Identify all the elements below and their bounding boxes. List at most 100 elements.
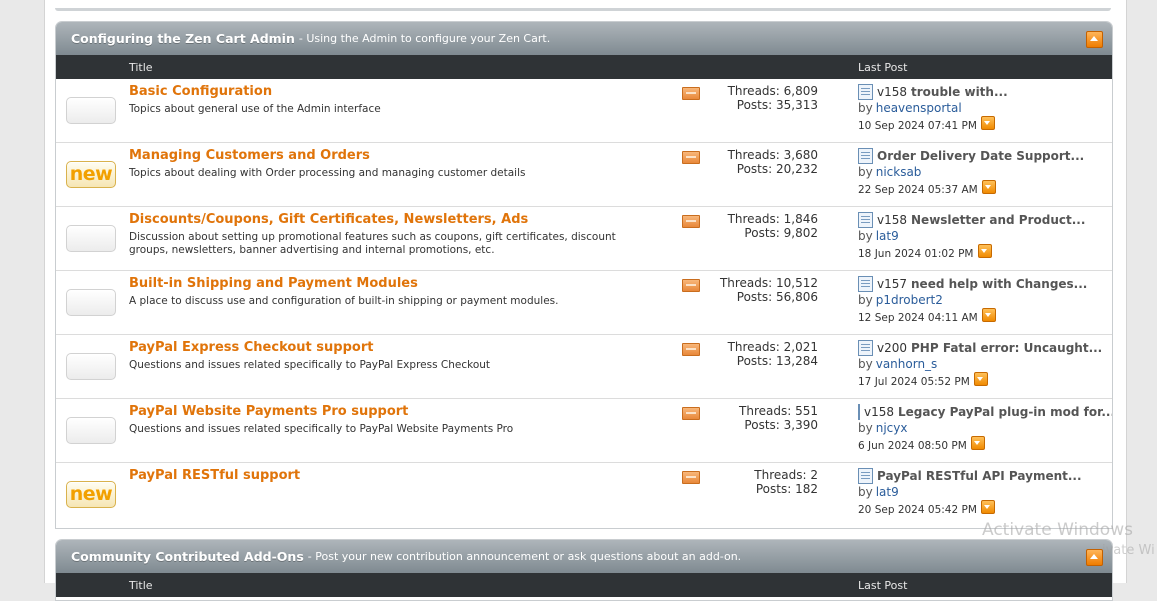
rss-feed-icon[interactable] [682, 343, 700, 356]
thread-count: Threads: 6,809 [727, 84, 818, 98]
forum-row: new PayPal RESTful support Threads: 2 Posts… [56, 463, 1112, 526]
forum-title-link[interactable]: Built-in Shipping and Payment Modules [129, 276, 418, 291]
by-label: by [858, 165, 873, 179]
forum-row: Basic Configuration Topics about general … [56, 79, 1112, 143]
rss-feed-icon[interactable] [682, 215, 700, 228]
forum-title-link[interactable]: PayPal Website Payments Pro support [129, 404, 408, 419]
section-description: - Using the Admin to configure your Zen … [298, 32, 551, 45]
last-post-user-link[interactable]: lat9 [876, 485, 899, 499]
collapse-icon[interactable] [1086, 549, 1103, 566]
last-post-date: 20 Sep 2024 05:42 PM [858, 504, 977, 516]
by-label: by [858, 357, 873, 371]
by-label: by [858, 421, 873, 435]
thread-document-icon [858, 148, 873, 164]
forum-stats: Threads: 2,021 Posts: 13,284 [728, 340, 818, 368]
section-title[interactable]: Configuring the Zen Cart Admin [71, 31, 295, 46]
last-post: PayPal RESTful API Payment... by lat9 20 Se… [858, 468, 1108, 517]
last-post-user-link[interactable]: heavensportal [876, 101, 962, 115]
collapse-icon[interactable] [1086, 31, 1103, 48]
last-post-user-link[interactable]: vanhorn_s [876, 357, 938, 371]
column-title-label: Title [129, 61, 153, 74]
go-to-last-post-icon[interactable] [980, 500, 995, 514]
rss-feed-icon[interactable] [682, 471, 700, 484]
by-label: by [858, 293, 873, 307]
forum-row: Discounts/Coupons, Gift Certificates, Ne… [56, 207, 1112, 271]
last-post-date: 12 Sep 2024 04:11 AM [858, 312, 978, 324]
forum-old-icon [66, 353, 116, 380]
by-label: by [858, 229, 873, 243]
last-post-user-link[interactable]: p1drobert2 [876, 293, 943, 307]
forum-description: Discussion about setting up promotional … [129, 231, 616, 256]
section-header: Configuring the Zen Cart Admin - Using t… [56, 22, 1112, 55]
previous-section-footer [55, 8, 1111, 11]
forum-stats: Threads: 3,680 Posts: 20,232 [728, 148, 818, 176]
by-label: by [858, 485, 873, 499]
last-post-date: 17 Jul 2024 05:52 PM [858, 376, 970, 388]
forum-title-link[interactable]: PayPal Express Checkout support [129, 340, 373, 355]
thread-count: Threads: 2 [754, 468, 818, 482]
last-post-thread-link[interactable]: PayPal RESTful API Payment... [877, 469, 1082, 483]
last-post-user-link[interactable]: lat9 [876, 229, 899, 243]
forum-stats: Threads: 2 Posts: 182 [754, 468, 818, 496]
post-count: Posts: 3,390 [744, 418, 818, 432]
go-to-last-post-icon[interactable] [981, 180, 996, 194]
forum-section-admin: Configuring the Zen Cart Admin - Using t… [55, 21, 1113, 529]
go-to-last-post-icon[interactable] [970, 436, 985, 450]
last-post-date: 6 Jun 2024 08:50 PM [858, 440, 967, 452]
forum-row: Built-in Shipping and Payment Modules A p… [56, 271, 1112, 335]
rss-feed-icon[interactable] [682, 87, 700, 100]
last-post-thread-link[interactable]: Legacy PayPal plug-in mod for... [898, 405, 1112, 419]
rss-feed-icon[interactable] [682, 279, 700, 292]
last-post-thread-link[interactable]: Order Delivery Date Support... [877, 149, 1084, 163]
last-post: v200 PHP Fatal error: Uncaught... by vanhor… [858, 340, 1108, 389]
go-to-last-post-icon[interactable] [977, 244, 992, 258]
thread-count: Threads: 3,680 [727, 148, 818, 162]
last-post-date: 22 Sep 2024 05:37 AM [858, 184, 978, 196]
forum-title-link[interactable]: Discounts/Coupons, Gift Certificates, Ne… [129, 212, 528, 227]
last-post-thread-link[interactable]: need help with Changes... [911, 277, 1087, 291]
thread-count: Threads: 10,512 [719, 276, 818, 290]
go-to-last-post-icon[interactable] [973, 372, 988, 386]
forum-description: A place to discuss use and configuration… [129, 295, 559, 307]
post-count: Posts: 20,232 [736, 162, 818, 176]
new-badge-label: new [69, 163, 113, 185]
last-post: v158 trouble with... by heavensportal 10 Sep… [858, 84, 1108, 133]
forum-title-link[interactable]: Basic Configuration [129, 84, 272, 99]
thread-prefix: v157 [877, 277, 908, 291]
post-count: Posts: 56,806 [736, 290, 818, 304]
post-count: Posts: 9,802 [744, 226, 818, 240]
thread-count: Threads: 1,846 [727, 212, 818, 226]
forum-title-link[interactable]: PayPal RESTful support [129, 468, 300, 483]
last-post-user-link[interactable]: njcyx [876, 421, 908, 435]
last-post: v158 Newsletter and Product... by lat9 18 Ju… [858, 212, 1108, 261]
forum-description: Questions and issues related specificall… [129, 423, 514, 435]
go-to-last-post-icon[interactable] [980, 116, 995, 130]
forum-section-addons: Community Contributed Add-Ons - Post you… [55, 539, 1113, 601]
forum-title-link[interactable]: Managing Customers and Orders [129, 148, 370, 163]
thread-document-icon [858, 340, 873, 356]
post-count: Posts: 13,284 [736, 354, 818, 368]
last-post-thread-link[interactable]: PHP Fatal error: Uncaught... [911, 341, 1102, 355]
last-post-thread-link[interactable]: Newsletter and Product... [911, 213, 1085, 227]
thread-count: Threads: 2,021 [727, 340, 818, 354]
by-label: by [858, 101, 873, 115]
forum-old-icon [66, 225, 116, 252]
last-post-date: 10 Sep 2024 07:41 PM [858, 120, 977, 132]
forum-old-icon [66, 97, 116, 124]
rss-feed-icon[interactable] [682, 407, 700, 420]
forum-description: Topics about dealing with Order processi… [129, 167, 526, 179]
column-title-label: Title [129, 579, 153, 592]
thread-document-icon [858, 468, 873, 484]
forum-old-icon [66, 417, 116, 444]
section-title[interactable]: Community Contributed Add-Ons [71, 549, 304, 564]
new-badge-label: new [69, 483, 113, 505]
last-post-user-link[interactable]: nicksab [876, 165, 922, 179]
last-post: v158 Legacy PayPal plug-in mod for... by nj… [858, 404, 1112, 453]
section-header: Community Contributed Add-Ons - Post you… [56, 540, 1112, 573]
thread-count: Threads: 551 [739, 404, 818, 418]
forum-old-icon [66, 289, 116, 316]
go-to-last-post-icon[interactable] [981, 308, 996, 322]
rss-feed-icon[interactable] [682, 151, 700, 164]
last-post-thread-link[interactable]: trouble with... [911, 85, 1008, 99]
column-lastpost-label: Last Post [858, 579, 908, 592]
